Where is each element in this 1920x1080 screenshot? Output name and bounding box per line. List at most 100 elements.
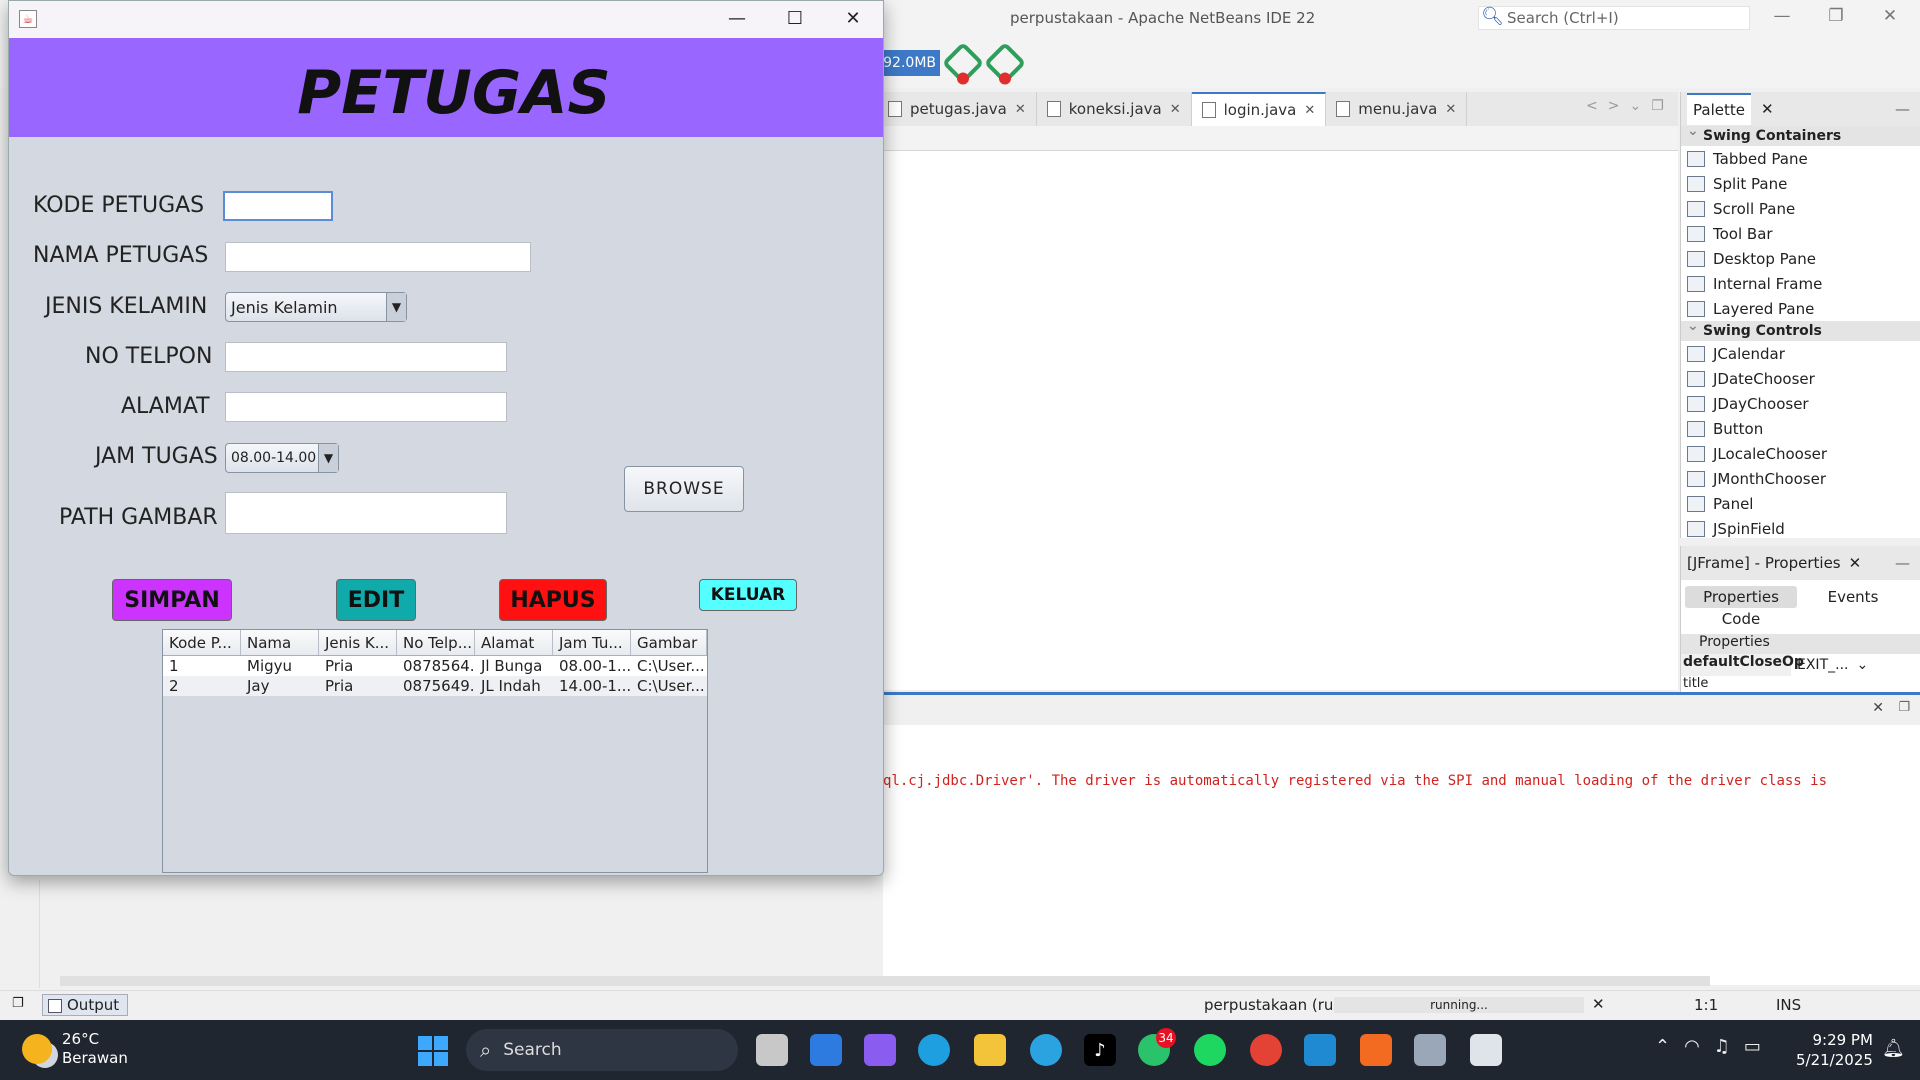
memory-indicator[interactable]: 92.0MB bbox=[878, 50, 940, 76]
tab-koneksi[interactable]: koneksi.java ✕ bbox=[1037, 92, 1192, 126]
internal-frame-icon bbox=[1687, 275, 1705, 292]
restore-icon[interactable]: ❐ bbox=[1898, 700, 1910, 715]
palette-item[interactable]: JCalendar bbox=[1681, 341, 1920, 366]
tab-menu[interactable]: menu.java ✕ bbox=[1326, 92, 1468, 126]
notification-icon[interactable]: 🔔︎ bbox=[1882, 1038, 1905, 1059]
minimize-icon[interactable]: — bbox=[1762, 6, 1802, 26]
horizontal-scrollbar[interactable] bbox=[60, 976, 1710, 986]
column-header[interactable]: Alamat bbox=[475, 630, 553, 655]
close-icon[interactable]: ✕ bbox=[833, 8, 873, 29]
restore-window-icon[interactable]: ❐ bbox=[12, 996, 24, 1011]
chevron-down-icon[interactable]: ▼ bbox=[318, 444, 338, 472]
column-header[interactable]: Kode P... bbox=[163, 630, 241, 655]
java-file-icon bbox=[1046, 101, 1061, 117]
weather-widget[interactable]: 26°C Berawan bbox=[22, 1030, 128, 1068]
properties-title[interactable]: [JFrame] - Properties bbox=[1687, 554, 1841, 572]
palette-item[interactable]: Button bbox=[1681, 416, 1920, 441]
palette-item[interactable]: Panel bbox=[1681, 491, 1920, 516]
close-tab-icon[interactable]: ✕ bbox=[1170, 102, 1181, 117]
table-row[interactable]: 1 Migyu Pria 0878564... Jl Bunga 08.00-1… bbox=[163, 656, 707, 676]
column-header[interactable]: Jenis K... bbox=[319, 630, 397, 655]
hapus-button[interactable]: HAPUS bbox=[499, 579, 607, 621]
column-header[interactable]: Nama bbox=[241, 630, 319, 655]
maximize-icon[interactable]: ☐ bbox=[775, 8, 815, 29]
column-header[interactable]: No Telp... bbox=[397, 630, 475, 655]
java-app-icon[interactable] bbox=[1470, 1034, 1502, 1066]
tab-properties[interactable]: Properties bbox=[1685, 586, 1797, 608]
palette-item[interactable]: Tool Bar bbox=[1681, 221, 1920, 246]
start-button[interactable] bbox=[418, 1036, 448, 1066]
palette-tab[interactable]: Palette bbox=[1687, 93, 1751, 125]
clock[interactable]: 9:29 PM 5/21/2025 bbox=[1796, 1030, 1873, 1070]
vscode-icon[interactable] bbox=[1304, 1034, 1336, 1066]
jenis-kelamin-select[interactable]: Jenis Kelamin ▼ bbox=[225, 292, 407, 322]
palette-item[interactable]: Split Pane bbox=[1681, 171, 1920, 196]
close-tab-icon[interactable]: ✕ bbox=[1304, 103, 1315, 118]
table-row[interactable]: 2 Jay Pria 0875649... JL Indah 14.00-1..… bbox=[163, 676, 707, 696]
tab-code[interactable]: Code bbox=[1685, 608, 1797, 630]
property-row-title[interactable]: title bbox=[1681, 676, 1920, 690]
keluar-button[interactable]: KELUAR bbox=[699, 579, 797, 611]
palette-item[interactable]: Layered Pane bbox=[1681, 296, 1920, 321]
editor-area[interactable] bbox=[883, 150, 1678, 690]
close-icon[interactable]: ✕ bbox=[1872, 700, 1884, 716]
system-tray[interactable]: ⌃◠♫▭ bbox=[1655, 1036, 1775, 1057]
palette-item[interactable]: Internal Frame bbox=[1681, 271, 1920, 296]
close-tab-icon[interactable]: ✕ bbox=[1445, 102, 1456, 117]
netbeans-icon[interactable] bbox=[1414, 1034, 1446, 1066]
taskbar-search[interactable]: ⌕ Search bbox=[466, 1029, 738, 1071]
palette-item[interactable]: JLocaleChooser bbox=[1681, 441, 1920, 466]
property-row[interactable]: defaultCloseOp EXIT_... ⌄ bbox=[1681, 654, 1920, 676]
output-tab-button[interactable]: Output bbox=[42, 994, 129, 1016]
edit-button[interactable]: EDIT bbox=[336, 579, 416, 621]
minimize-icon[interactable]: — bbox=[717, 8, 757, 29]
palette-item[interactable]: JDateChooser bbox=[1681, 366, 1920, 391]
xampp-icon[interactable] bbox=[1360, 1034, 1392, 1066]
chevron-down-icon[interactable]: ⌄ bbox=[1856, 657, 1868, 673]
property-value[interactable]: EXIT_... ⌄ bbox=[1791, 654, 1920, 676]
edge-icon[interactable] bbox=[918, 1034, 950, 1066]
store-icon[interactable] bbox=[810, 1034, 842, 1066]
palette-item[interactable]: Scroll Pane bbox=[1681, 196, 1920, 221]
jam-tugas-select[interactable]: 08.00-14.00 ▼ bbox=[225, 443, 339, 473]
column-header[interactable]: Gambar bbox=[631, 630, 707, 655]
path-gambar-input[interactable] bbox=[225, 492, 507, 534]
close-icon[interactable]: ✕ bbox=[1849, 554, 1862, 572]
kode-petugas-input[interactable] bbox=[223, 191, 333, 221]
file-explorer-icon[interactable] bbox=[974, 1034, 1006, 1066]
palette-item[interactable]: Desktop Pane bbox=[1681, 246, 1920, 271]
minimize-icon[interactable]: — bbox=[1895, 554, 1910, 572]
alamat-input[interactable] bbox=[225, 392, 507, 422]
tiktok-icon[interactable]: ♪ bbox=[1084, 1034, 1116, 1066]
no-telpon-input[interactable] bbox=[225, 342, 507, 372]
close-icon[interactable]: ✕ bbox=[1761, 100, 1774, 118]
column-header[interactable]: Jam Tu... bbox=[553, 630, 631, 655]
browse-button[interactable]: BROWSE bbox=[624, 466, 744, 512]
cancel-run-icon[interactable]: ✕ bbox=[1592, 995, 1605, 1013]
palette-item[interactable]: JDayChooser bbox=[1681, 391, 1920, 416]
palette-category[interactable]: Swing Controls bbox=[1681, 318, 1920, 341]
simpan-button[interactable]: SIMPAN bbox=[112, 579, 232, 621]
palette-item[interactable]: Tabbed Pane bbox=[1681, 146, 1920, 171]
spotify-icon[interactable] bbox=[1194, 1034, 1226, 1066]
copilot-icon[interactable] bbox=[864, 1034, 896, 1066]
chrome-icon[interactable] bbox=[1250, 1034, 1282, 1066]
telegram-icon[interactable] bbox=[1030, 1034, 1062, 1066]
ide-search-input[interactable]: 🔍︎ Search (Ctrl+I) bbox=[1478, 6, 1750, 30]
chevron-down-icon[interactable]: ▼ bbox=[386, 293, 406, 321]
restore-icon[interactable]: ❐ bbox=[1816, 6, 1856, 26]
close-tab-icon[interactable]: ✕ bbox=[1015, 102, 1026, 117]
tab-login[interactable]: login.java ✕ bbox=[1191, 92, 1327, 126]
close-icon[interactable]: ✕ bbox=[1870, 6, 1910, 26]
whatsapp-badge: 34 bbox=[1156, 1028, 1176, 1048]
minimize-icon[interactable]: — bbox=[1895, 100, 1910, 118]
palette-item[interactable]: JSpinField bbox=[1681, 516, 1920, 541]
tab-events[interactable]: Events bbox=[1797, 586, 1909, 608]
palette-item[interactable]: JMonthChooser bbox=[1681, 466, 1920, 491]
properties-section[interactable]: Properties bbox=[1681, 634, 1920, 654]
palette-category[interactable]: Swing Containers bbox=[1681, 123, 1920, 146]
tab-navigation-icons[interactable]: <>⌄❐ bbox=[1586, 98, 1674, 114]
nama-petugas-input[interactable] bbox=[225, 242, 531, 272]
task-view-icon[interactable] bbox=[756, 1034, 788, 1066]
tab-petugas[interactable]: petugas.java ✕ bbox=[878, 92, 1037, 126]
